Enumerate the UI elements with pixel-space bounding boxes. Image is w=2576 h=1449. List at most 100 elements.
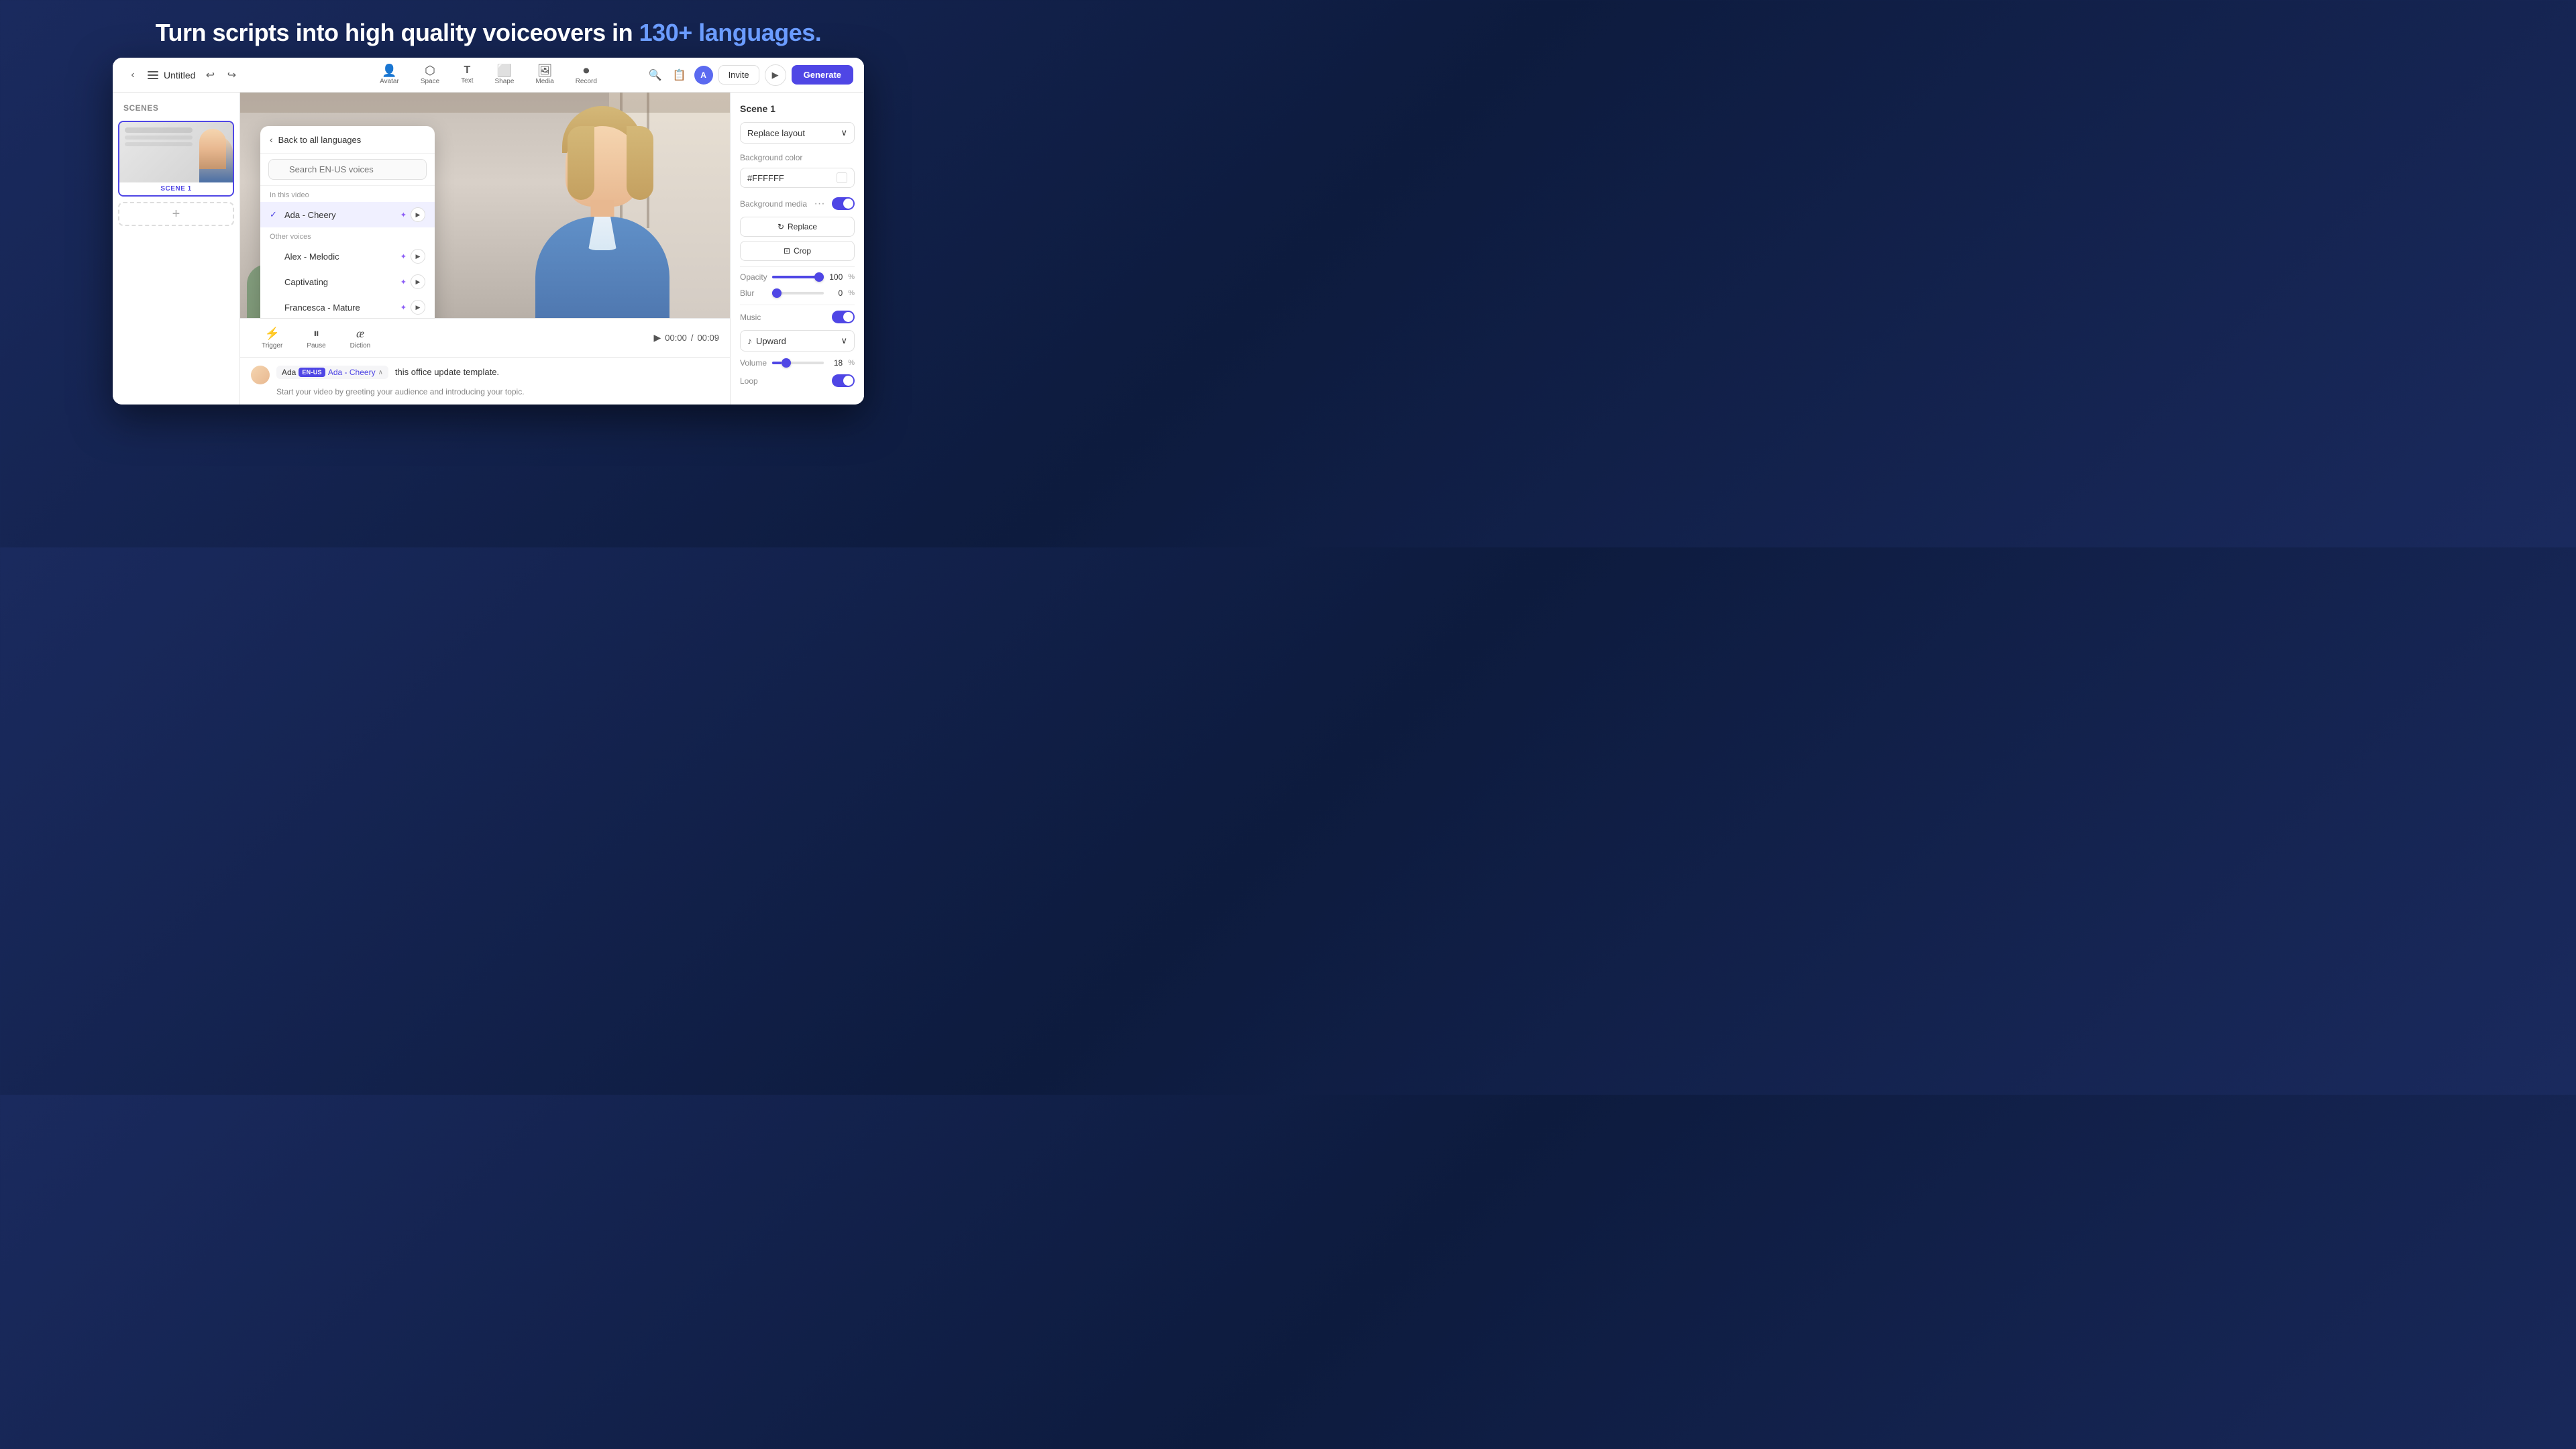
voice-sparkle-captivating: ✦ xyxy=(400,278,407,286)
tool-avatar-label: Avatar xyxy=(380,78,399,85)
back-to-languages-label: Back to all languages xyxy=(278,135,362,145)
bg-color-field[interactable]: #FFFFFF xyxy=(740,168,855,188)
diction-icon: æ xyxy=(356,327,364,341)
volume-row: Volume 18 % xyxy=(740,358,855,368)
time-play-icon: ▶ xyxy=(654,332,661,343)
bg-media-more-button[interactable]: ··· xyxy=(814,198,825,210)
tool-text-label: Text xyxy=(461,77,473,85)
shape-icon: ⬜ xyxy=(497,64,512,76)
blur-slider-track[interactable] xyxy=(772,292,824,294)
crop-button[interactable]: ⊡ Crop xyxy=(740,241,855,261)
tool-media[interactable]: 🖼 Media xyxy=(526,60,563,89)
music-dropdown-chevron-icon: ∨ xyxy=(841,335,847,346)
title-bar-left: ‹ Untitled ↩ ↪ xyxy=(123,66,365,85)
loop-toggle[interactable] xyxy=(832,374,855,387)
time-display: ▶ 00:00 / 00:09 xyxy=(654,332,720,343)
scene-1-thumbnail[interactable]: SCENE 1 xyxy=(118,121,234,197)
back-to-languages-btn[interactable]: ‹ Back to all languages xyxy=(260,126,435,154)
replace-layout-dropdown[interactable]: Replace layout ∨ xyxy=(740,122,855,144)
add-scene-icon: + xyxy=(172,207,180,222)
scene-title: Scene 1 xyxy=(740,103,855,114)
opacity-slider-thumb[interactable] xyxy=(814,272,824,282)
opacity-slider-track[interactable] xyxy=(772,276,824,278)
tool-text[interactable]: T Text xyxy=(451,61,482,89)
opacity-row: Opacity 100 % xyxy=(740,272,855,282)
text-icon: T xyxy=(464,65,470,76)
trigger-button[interactable]: ⚡ Trigger xyxy=(251,323,293,354)
preview-play-button[interactable]: ▶ xyxy=(765,64,786,86)
tool-record[interactable]: ⏺ Record xyxy=(566,60,606,89)
script-voice-selector[interactable]: Ada EN-US Ada - Cheery ∧ xyxy=(276,366,388,379)
replace-icon: ↻ xyxy=(777,222,784,231)
bg-media-toggle[interactable] xyxy=(832,197,855,210)
script-area: Ada EN-US Ada - Cheery ∧ this office upd… xyxy=(240,357,730,405)
volume-slider-track[interactable] xyxy=(772,362,824,364)
other-voices-label: Other voices xyxy=(260,227,435,244)
bg-media-row: Background media ··· xyxy=(740,197,855,210)
blur-row: Blur 0 % xyxy=(740,288,855,298)
app-window: ‹ Untitled ↩ ↪ 👤 Avatar ⬡ Space T Text xyxy=(113,58,864,405)
voice-name-alex: Alex - Melodic xyxy=(284,252,396,262)
menu-icon xyxy=(148,71,158,79)
redo-button[interactable]: ↪ xyxy=(222,66,241,85)
voice-name-ada: Ada - Cheery xyxy=(284,210,396,220)
search-button[interactable]: 🔍 xyxy=(646,66,665,85)
music-toggle[interactable] xyxy=(832,311,855,323)
en-us-badge: EN-US xyxy=(299,368,325,377)
voice-search-input[interactable] xyxy=(268,159,427,180)
diction-button[interactable]: æ Diction xyxy=(339,323,382,354)
voice-item-francesca[interactable]: ✓ Francesca - Mature ✦ ▶ xyxy=(260,294,435,318)
undo-button[interactable]: ↩ xyxy=(201,66,219,85)
pause-label: Pause xyxy=(307,342,325,350)
voice-play-alex[interactable]: ▶ xyxy=(411,249,425,264)
voice-play-captivating[interactable]: ▶ xyxy=(411,274,425,289)
voice-name-captivating: Captivating xyxy=(284,277,396,287)
music-track-name: Upward xyxy=(756,336,837,346)
add-scene-button[interactable]: + xyxy=(118,202,234,226)
voice-item-captivating[interactable]: ✓ Captivating ✦ ▶ xyxy=(260,269,435,294)
blur-value: 0 xyxy=(829,288,843,298)
notes-button[interactable]: 📋 xyxy=(670,66,689,85)
crop-icon: ⊡ xyxy=(784,246,790,256)
volume-slider-thumb[interactable] xyxy=(782,358,791,368)
tool-space[interactable]: ⬡ Space xyxy=(411,60,449,89)
invite-button[interactable]: Invite xyxy=(718,65,759,85)
space-icon: ⬡ xyxy=(425,64,435,76)
tool-avatar[interactable]: 👤 Avatar xyxy=(370,60,409,89)
bg-media-label: Background media xyxy=(740,199,807,209)
replace-layout-chevron-icon: ∨ xyxy=(841,127,847,138)
blur-slider-thumb[interactable] xyxy=(772,288,782,298)
opacity-unit: % xyxy=(848,273,855,281)
trigger-label: Trigger xyxy=(262,342,282,350)
voice-dropdown: ‹ Back to all languages 🔍 In this video … xyxy=(260,126,435,318)
voice-play-francesca[interactable]: ▶ xyxy=(411,300,425,315)
loop-row: Loop xyxy=(740,374,855,387)
bg-color-value: #FFFFFF xyxy=(747,173,833,183)
music-track-dropdown[interactable]: ♪ Upward ∨ xyxy=(740,330,855,352)
volume-unit: % xyxy=(848,359,855,367)
script-text-main: this office update template. xyxy=(395,367,499,377)
voice-search-wrapper: 🔍 xyxy=(268,159,427,180)
tool-shape[interactable]: ⬜ Shape xyxy=(486,60,524,89)
generate-button[interactable]: Generate xyxy=(792,65,853,85)
hero-text-accent: 130+ languages. xyxy=(639,19,822,46)
record-icon: ⏺ xyxy=(583,64,589,76)
opacity-value: 100 xyxy=(829,272,843,282)
back-button[interactable]: ‹ xyxy=(123,66,142,85)
music-note-icon: ♪ xyxy=(747,335,752,346)
bg-color-label: Background color xyxy=(740,153,855,162)
user-avatar[interactable]: A xyxy=(694,66,713,85)
blur-unit: % xyxy=(848,289,855,297)
main-content: Scenes SCENE 1 + xyxy=(113,93,864,405)
video-canvas: with e ‹ Back to all languages 🔍 xyxy=(240,93,730,318)
undo-redo-group: ↩ ↪ xyxy=(201,66,241,85)
voice-play-ada[interactable]: ▶ xyxy=(411,207,425,222)
tool-space-label: Space xyxy=(421,78,439,85)
scenes-sidebar: Scenes SCENE 1 + xyxy=(113,93,240,405)
pause-button[interactable]: ⏸ Pause xyxy=(296,323,336,354)
script-line2: Start your video by greeting your audien… xyxy=(251,387,719,396)
replace-button[interactable]: ↻ Replace xyxy=(740,217,855,237)
voice-check-icon: ✓ xyxy=(270,209,280,220)
voice-item-ada-cheery[interactable]: ✓ Ada - Cheery ✦ ▶ xyxy=(260,202,435,227)
voice-item-alex[interactable]: ✓ Alex - Melodic ✦ ▶ xyxy=(260,244,435,269)
